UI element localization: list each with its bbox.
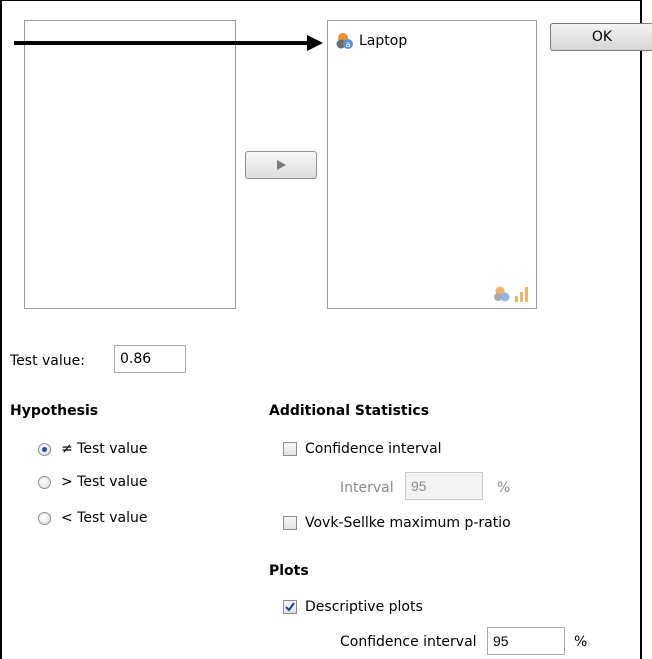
plots-ci-unit: % xyxy=(574,634,588,650)
plots-ci-input[interactable] xyxy=(487,627,565,655)
radio-greater[interactable]: > Test value xyxy=(38,474,147,490)
scale-variable-icon xyxy=(515,287,528,302)
radio-less[interactable]: < Test value xyxy=(38,510,147,526)
radio-button[interactable] xyxy=(38,442,51,456)
right-triangle-icon xyxy=(277,160,286,170)
radio-label: > Test value xyxy=(61,474,148,490)
confidence-interval-checkbox[interactable] xyxy=(283,442,297,456)
radio-label: ≠ Test value xyxy=(61,441,148,457)
test-value-input[interactable] xyxy=(114,345,186,373)
plots-ci-label: Confidence interval xyxy=(340,634,477,650)
confidence-interval-label: Confidence interval xyxy=(305,441,442,457)
vovk-sellke-option[interactable]: Vovk-Sellke maximum p-ratio xyxy=(283,515,511,531)
radio-label: < Test value xyxy=(61,510,148,526)
plots-title: Plots xyxy=(269,563,309,579)
radio-button[interactable] xyxy=(38,475,51,489)
radio-not-equal[interactable]: ≠ Test value xyxy=(38,441,147,457)
source-variables-list[interactable] xyxy=(24,20,236,309)
descriptive-plots-checkbox[interactable] xyxy=(283,600,297,614)
hypothesis-title: Hypothesis xyxy=(10,403,99,419)
nominal-variable-icon xyxy=(494,286,510,302)
radio-button[interactable] xyxy=(38,511,51,525)
target-variables-list[interactable]: a Laptop xyxy=(327,20,537,309)
nominal-variable-icon: a xyxy=(336,32,354,50)
test-value-label: Test value: xyxy=(10,353,85,369)
dialog-panel: a Laptop OK Test value: Hypothesis xyxy=(0,0,652,659)
annotation-arrow xyxy=(14,41,314,45)
vovk-sellke-checkbox[interactable] xyxy=(283,516,297,530)
vovk-sellke-label: Vovk-Sellke maximum p-ratio xyxy=(305,515,511,531)
variable-name: Laptop xyxy=(359,33,408,49)
confidence-interval-option[interactable]: Confidence interval xyxy=(283,441,442,457)
move-variable-button[interactable] xyxy=(245,151,317,179)
interval-label: Interval xyxy=(340,480,394,496)
interval-unit: % xyxy=(497,480,511,496)
list-item[interactable]: a Laptop xyxy=(336,32,407,50)
additional-statistics-title: Additional Statistics xyxy=(269,403,430,419)
annotation-arrow-head xyxy=(307,35,323,51)
checkmark-icon xyxy=(285,602,295,612)
ok-button[interactable]: OK xyxy=(550,23,652,51)
svg-text:a: a xyxy=(346,40,351,49)
descriptive-plots-label: Descriptive plots xyxy=(305,599,423,615)
allowed-types-hint xyxy=(493,286,530,302)
ok-button-label: OK xyxy=(591,29,613,45)
descriptive-plots-option[interactable]: Descriptive plots xyxy=(283,599,423,615)
interval-input[interactable] xyxy=(405,472,483,500)
